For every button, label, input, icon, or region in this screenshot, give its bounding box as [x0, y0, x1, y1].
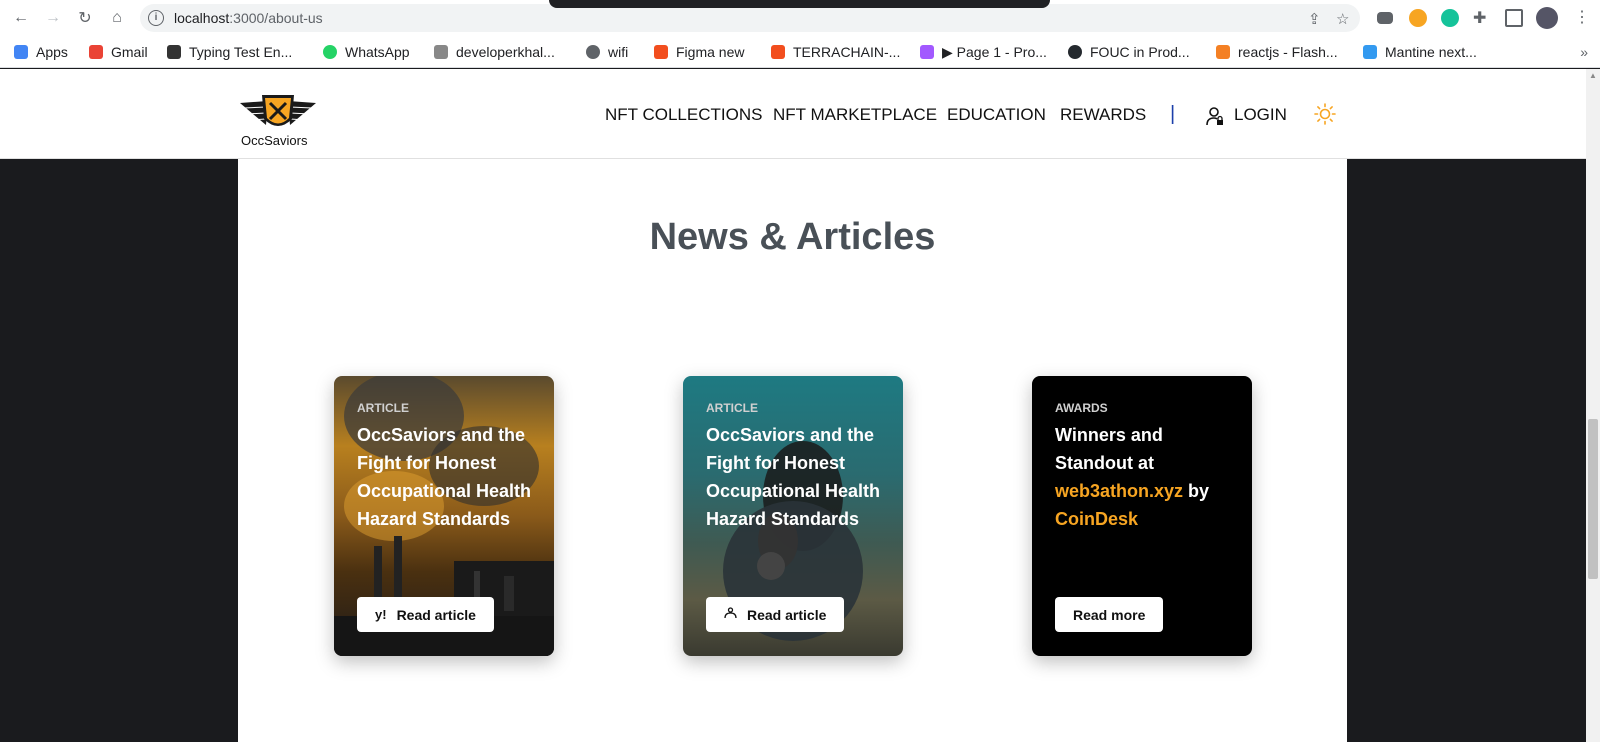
browser-toolbar: ← → ↻ ⌂ i localhost:3000/about-us ⇪ ☆ ✚ … [0, 0, 1600, 36]
web3athon-link[interactable]: web3athon.xyz [1055, 481, 1183, 501]
share-icon[interactable]: ⇪ [1308, 10, 1321, 28]
developer-icon [434, 45, 448, 59]
bookmark-label: wifi [608, 44, 629, 60]
bookmark-page1[interactable]: ▶ Page 1 - Pro... [920, 42, 1047, 62]
page-scrollbar[interactable]: ▲ [1586, 69, 1600, 742]
address-bar[interactable]: i localhost:3000/about-us ⇪ ☆ [140, 4, 1360, 32]
yahoo-icon: y! [375, 607, 387, 622]
card-title: Winners and Standout at web3athon.xyz by… [1055, 421, 1235, 533]
bookmark-whatsapp[interactable]: WhatsApp [323, 42, 410, 62]
profile-avatar[interactable] [1536, 7, 1558, 29]
bookmark-label: reactjs - Flash... [1238, 44, 1338, 60]
nav-education[interactable]: EDUCATION [947, 105, 1046, 125]
card-title: OccSaviors and the Fight for Honest Occu… [357, 425, 532, 529]
nav-nft-collections[interactable]: NFT COLLECTIONS [605, 105, 762, 125]
bookmark-fouc[interactable]: FOUC in Prod... [1068, 42, 1190, 62]
card-title: OccSaviors and the Fight for Honest Occu… [706, 425, 881, 529]
bookmark-label: Mantine next... [1385, 44, 1477, 60]
content-panel: News & Articles ARTICLE OccSaviors and t… [238, 159, 1347, 742]
bookmark-mantine[interactable]: Mantine next... [1363, 42, 1477, 62]
menu-kebab-icon[interactable]: ⋮ [1574, 7, 1590, 27]
bookmark-label: TERRACHAIN-... [793, 44, 901, 60]
card-category: AWARDS [1055, 401, 1108, 415]
article-card[interactable]: ARTICLE OccSaviors and the Fight for Hon… [683, 376, 903, 656]
hands-icon [724, 607, 737, 622]
nav-rewards[interactable]: REWARDS [1060, 105, 1146, 125]
bookmark-developerkhal[interactable]: developerkhal... [434, 42, 555, 62]
forward-icon[interactable]: → [42, 7, 64, 29]
site-info-icon[interactable]: i [148, 10, 164, 26]
scroll-up-icon[interactable]: ▲ [1589, 71, 1597, 80]
home-icon[interactable]: ⌂ [106, 7, 128, 29]
logo-text: OccSaviors [241, 133, 308, 148]
bookmark-star-icon[interactable]: ☆ [1336, 10, 1349, 28]
login-link[interactable]: LOGIN [1234, 105, 1287, 125]
github-icon [1068, 45, 1082, 59]
bookmark-label: Figma new [676, 44, 745, 60]
card-category: ARTICLE [357, 401, 409, 415]
page-viewport: OccSaviors NFT COLLECTIONS NFT MARKETPLA… [0, 69, 1586, 742]
url-text[interactable]: localhost:3000/about-us [174, 10, 323, 26]
site-header: OccSaviors NFT COLLECTIONS NFT MARKETPLA… [0, 69, 1586, 159]
nav-nft-marketplace[interactable]: NFT MARKETPLACE [773, 105, 937, 125]
card-category: ARTICLE [706, 401, 758, 415]
sun-icon[interactable] [1314, 103, 1336, 125]
bookmark-typing-test[interactable]: Typing Test En... [167, 42, 292, 62]
back-icon[interactable]: ← [10, 7, 32, 29]
grammarly-icon[interactable] [1441, 9, 1459, 27]
url-host: localhost [174, 10, 230, 26]
figma-icon [771, 45, 785, 59]
typing-test-icon [167, 45, 181, 59]
apps-grid-icon [14, 45, 28, 59]
bookmark-gmail[interactable]: Gmail [89, 42, 148, 62]
hands-glyph-icon [724, 607, 737, 619]
react-icon [1363, 45, 1377, 59]
title-text-by: by [1188, 481, 1210, 501]
bookmark-apps[interactable]: Apps [14, 42, 68, 62]
globe-icon [586, 45, 600, 59]
bookmark-label: FOUC in Prod... [1090, 44, 1190, 60]
figma-icon [654, 45, 668, 59]
bookmark-terrachain[interactable]: TERRACHAIN-... [771, 42, 900, 62]
title-text: Winners and Standout at [1055, 425, 1163, 473]
bookmark-reactjs[interactable]: reactjs - Flash... [1216, 42, 1338, 62]
extension-g-icon[interactable] [1409, 9, 1427, 27]
side-panel-icon[interactable] [1505, 9, 1523, 27]
stackoverflow-icon [1216, 45, 1230, 59]
user-lock-icon[interactable] [1206, 106, 1224, 126]
bookmark-label: ▶ Page 1 - Pro... [942, 43, 1047, 60]
whatsapp-icon [323, 45, 337, 59]
read-more-button[interactable]: Read more [1055, 597, 1164, 632]
bookmark-label: Gmail [111, 44, 148, 60]
figma-icon [920, 45, 934, 59]
notification-bar [549, 0, 1050, 8]
bookmark-wifi[interactable]: wifi [586, 42, 628, 62]
gmail-icon [89, 45, 103, 59]
url-path: :3000/about-us [229, 10, 323, 26]
extensions-puzzle-icon[interactable]: ✚ [1473, 8, 1486, 28]
section-title: News & Articles [649, 216, 936, 258]
read-article-button[interactable]: y! Read article [357, 597, 494, 632]
article-card[interactable]: ARTICLE OccSaviors and the Fight for Hon… [334, 376, 554, 656]
coindesk-link[interactable]: CoinDesk [1055, 509, 1138, 529]
scrollbar-thumb[interactable] [1588, 419, 1598, 579]
bookmark-figma-new[interactable]: Figma new [654, 42, 744, 62]
bookmark-label: Typing Test En... [189, 44, 293, 60]
extension-icon[interactable] [1377, 12, 1393, 24]
read-article-button[interactable]: Read article [706, 597, 845, 632]
reload-icon[interactable]: ↻ [74, 7, 96, 29]
bookmarks-more-icon[interactable]: » [1580, 44, 1588, 60]
bookmark-label: WhatsApp [345, 44, 410, 60]
nav-divider: | [1170, 103, 1176, 125]
button-label: Read article [396, 606, 476, 623]
award-card[interactable]: AWARDS Winners and Standout at web3athon… [1032, 376, 1252, 656]
bookmark-label: Apps [36, 44, 68, 60]
button-label: Read article [747, 606, 827, 623]
bookmark-label: developerkhal... [456, 44, 555, 60]
bookmarks-bar: Apps Gmail Typing Test En... WhatsApp de… [0, 36, 1600, 68]
